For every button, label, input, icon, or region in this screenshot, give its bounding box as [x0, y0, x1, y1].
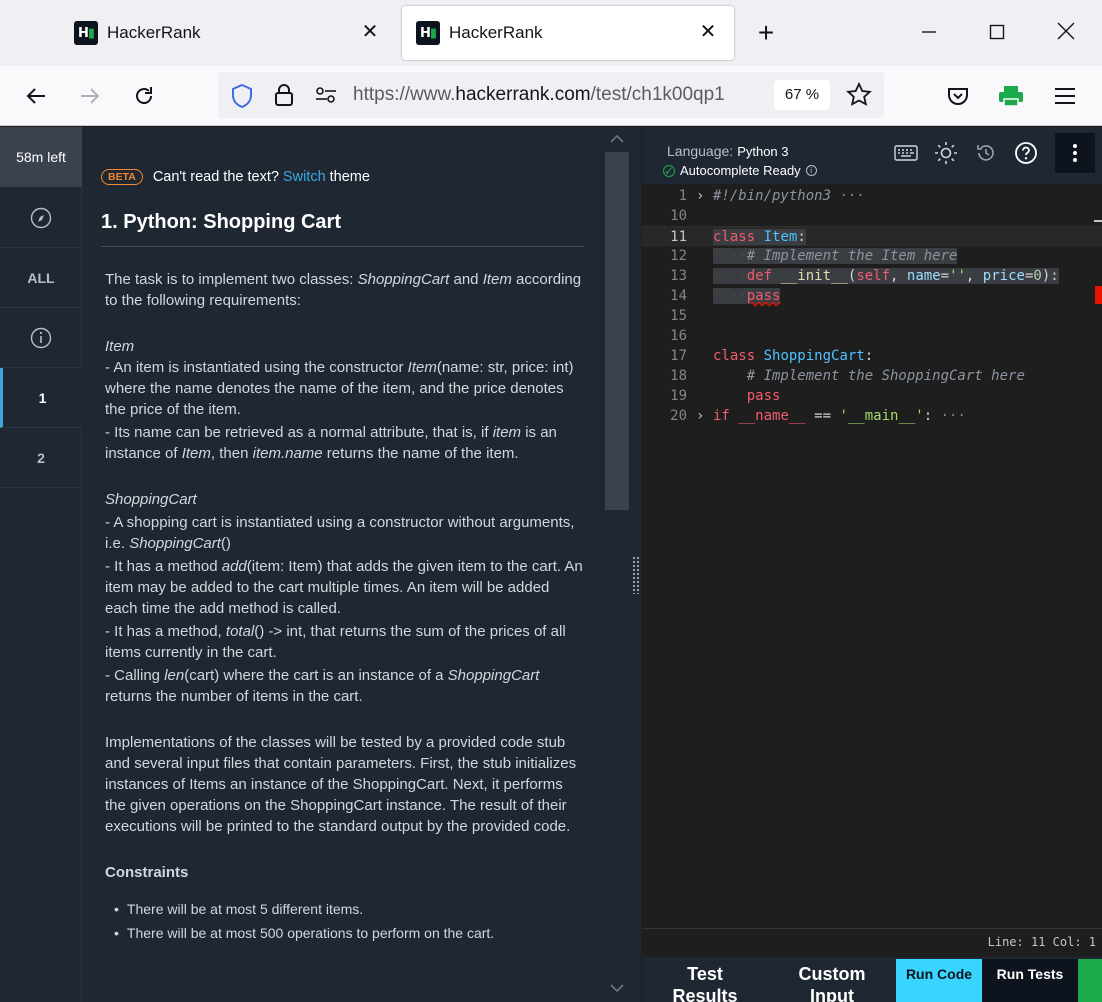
- code-line[interactable]: 18 # Implement the ShoppingCart here: [642, 366, 1102, 386]
- cart-req-3: - It has a method, total() -> int, that …: [105, 623, 566, 661]
- beta-badge: BETA: [101, 169, 143, 185]
- browser-tab-bar: H▮ HackerRank ✕ H▮ HackerRank ✕ +: [0, 0, 1102, 66]
- permissions-icon[interactable]: [314, 85, 338, 110]
- error-marker: [1095, 286, 1102, 304]
- hackerrank-favicon-icon: H▮: [416, 21, 440, 45]
- tab-title: HackerRank: [449, 23, 543, 42]
- info-icon[interactable]: [0, 308, 82, 368]
- cart-heading: ShoppingCart: [105, 491, 197, 508]
- editor-header: Language: Python 3 ✓ Autocomplete Ready i: [642, 127, 1102, 184]
- new-tab-button[interactable]: +: [752, 18, 780, 48]
- code-line[interactable]: 15: [642, 306, 1102, 326]
- test-results-tab[interactable]: Test Results: [664, 957, 746, 1002]
- item-heading: Item: [105, 338, 135, 355]
- keyboard-icon[interactable]: [892, 139, 920, 167]
- reload-icon[interactable]: [126, 78, 162, 114]
- editor-actions: Test Results Custom Input Run Code Run T…: [642, 957, 1102, 1002]
- constraints-heading: Constraints: [105, 864, 189, 881]
- help-icon[interactable]: [1012, 139, 1040, 167]
- theme-notice: BETA Can't read the text? Switch theme: [101, 169, 370, 185]
- code-line[interactable]: 10: [642, 206, 1102, 226]
- code-line[interactable]: 17 class ShoppingCart:: [642, 346, 1102, 366]
- url-text[interactable]: https://www.hackerrank.com/test/ch1k00qp…: [353, 84, 773, 106]
- autocomplete-status: ✓ Autocomplete Ready i: [663, 163, 817, 178]
- language-selector[interactable]: Language: Python 3: [667, 143, 789, 159]
- item-req-1: - An item is instantiated using the cons…: [105, 359, 574, 418]
- window-close-icon[interactable]: [1051, 16, 1081, 50]
- implementation-paragraph: Implementations of the classes will be t…: [105, 734, 577, 835]
- tab-title: HackerRank: [107, 23, 201, 42]
- cart-req-4: - Calling len(cart) where the cart is an…: [105, 667, 540, 705]
- custom-input-tab[interactable]: Custom Input: [788, 957, 876, 1002]
- printer-icon[interactable]: [993, 78, 1029, 114]
- code-line[interactable]: 1 › #!/bin/python3 ···: [642, 186, 1102, 206]
- pocket-icon[interactable]: [940, 78, 976, 114]
- problem-body: The task is to implement two classes: Sh…: [105, 269, 583, 945]
- code-line[interactable]: 16: [642, 326, 1102, 346]
- maximize-icon[interactable]: [982, 16, 1012, 50]
- lock-icon[interactable]: [274, 83, 294, 112]
- problem-scrollbar[interactable]: [603, 127, 631, 1002]
- close-icon[interactable]: ✕: [358, 20, 382, 44]
- hackerrank-favicon-icon: H▮: [74, 21, 98, 45]
- overview-ruler-mark: [1094, 220, 1102, 222]
- back-icon[interactable]: [18, 78, 54, 114]
- all-questions-button[interactable]: ALL: [0, 248, 82, 308]
- switch-theme-link[interactable]: Switch: [283, 169, 326, 185]
- code-line[interactable]: 19 pass: [642, 386, 1102, 406]
- compass-icon[interactable]: [0, 188, 82, 248]
- check-icon: ✓: [663, 163, 675, 178]
- code-line-current[interactable]: 11 class Item:: [642, 226, 1102, 246]
- code-line[interactable]: 12 ····# Implement the Item here: [642, 246, 1102, 266]
- scroll-up-icon[interactable]: [609, 131, 625, 147]
- cart-req-2: - It has a method add(item: Item) that a…: [105, 558, 583, 617]
- fold-chevron-icon[interactable]: ›: [696, 186, 704, 206]
- bookmark-star-icon[interactable]: [846, 81, 872, 113]
- intro-paragraph: The task is to implement two classes: Sh…: [105, 271, 582, 309]
- problem-pane: BETA Can't read the text? Switch theme 1…: [82, 127, 603, 1002]
- info-icon[interactable]: i: [805, 165, 817, 176]
- theme-sun-icon[interactable]: [932, 139, 960, 167]
- editor-status-bar: Line: 11 Col: 1: [642, 928, 1102, 956]
- fold-chevron-icon[interactable]: ›: [696, 406, 704, 426]
- close-icon[interactable]: ✕: [696, 20, 720, 44]
- list-item: There will be at most 5 different items.: [114, 897, 583, 921]
- theme-word: theme: [329, 169, 370, 185]
- cursor-position: Line: 11 Col: 1: [987, 935, 1096, 949]
- theme-prompt: Can't read the text?: [152, 169, 279, 185]
- code-line[interactable]: 14 ····pass: [642, 286, 1102, 306]
- hamburger-menu-icon[interactable]: [1047, 78, 1083, 114]
- minimize-icon[interactable]: [914, 16, 944, 50]
- question-rail: 58m left ALL 1 2: [0, 127, 82, 1002]
- question-1-button[interactable]: 1: [0, 368, 82, 428]
- code-line[interactable]: 20 › if __name__ == '__main__': ···: [642, 406, 1102, 426]
- scroll-down-icon[interactable]: [609, 980, 625, 996]
- history-icon[interactable]: [972, 139, 1000, 167]
- run-code-button[interactable]: Run Code: [896, 959, 982, 1002]
- list-item: There will be at most 500 operations to …: [114, 921, 583, 945]
- problem-title: 1. Python: Shopping Cart: [101, 211, 341, 233]
- submit-button[interactable]: [1078, 959, 1102, 1002]
- run-tests-button[interactable]: Run Tests: [982, 959, 1078, 1002]
- zoom-level[interactable]: 67 %: [774, 80, 830, 110]
- code-editor[interactable]: 1 › #!/bin/python3 ··· 10 11 class Item:…: [642, 184, 1102, 928]
- browser-tab[interactable]: H▮ HackerRank ✕: [60, 6, 396, 60]
- scrollbar-thumb[interactable]: [605, 152, 629, 510]
- splitter-grip-icon[interactable]: [632, 556, 640, 594]
- item-req-2: - Its name can be retrieved as a normal …: [105, 424, 557, 462]
- address-bar[interactable]: https://www.hackerrank.com/test/ch1k00qp…: [218, 72, 884, 118]
- time-remaining: 58m left: [0, 127, 82, 187]
- more-options-icon[interactable]: [1055, 133, 1095, 173]
- cart-req-1: - A shopping cart is instantiated using …: [105, 514, 575, 552]
- constraints-list: There will be at most 5 different items.…: [105, 897, 583, 945]
- code-line[interactable]: 13 ····def __init__(self, name='', price…: [642, 266, 1102, 286]
- divider: [101, 246, 584, 247]
- browser-tab-active[interactable]: H▮ HackerRank ✕: [402, 6, 734, 60]
- question-2-button[interactable]: 2: [0, 428, 82, 488]
- forward-icon[interactable]: [72, 78, 108, 114]
- browser-nav-bar: https://www.hackerrank.com/test/ch1k00qp…: [0, 66, 1102, 126]
- shield-icon[interactable]: [230, 83, 254, 114]
